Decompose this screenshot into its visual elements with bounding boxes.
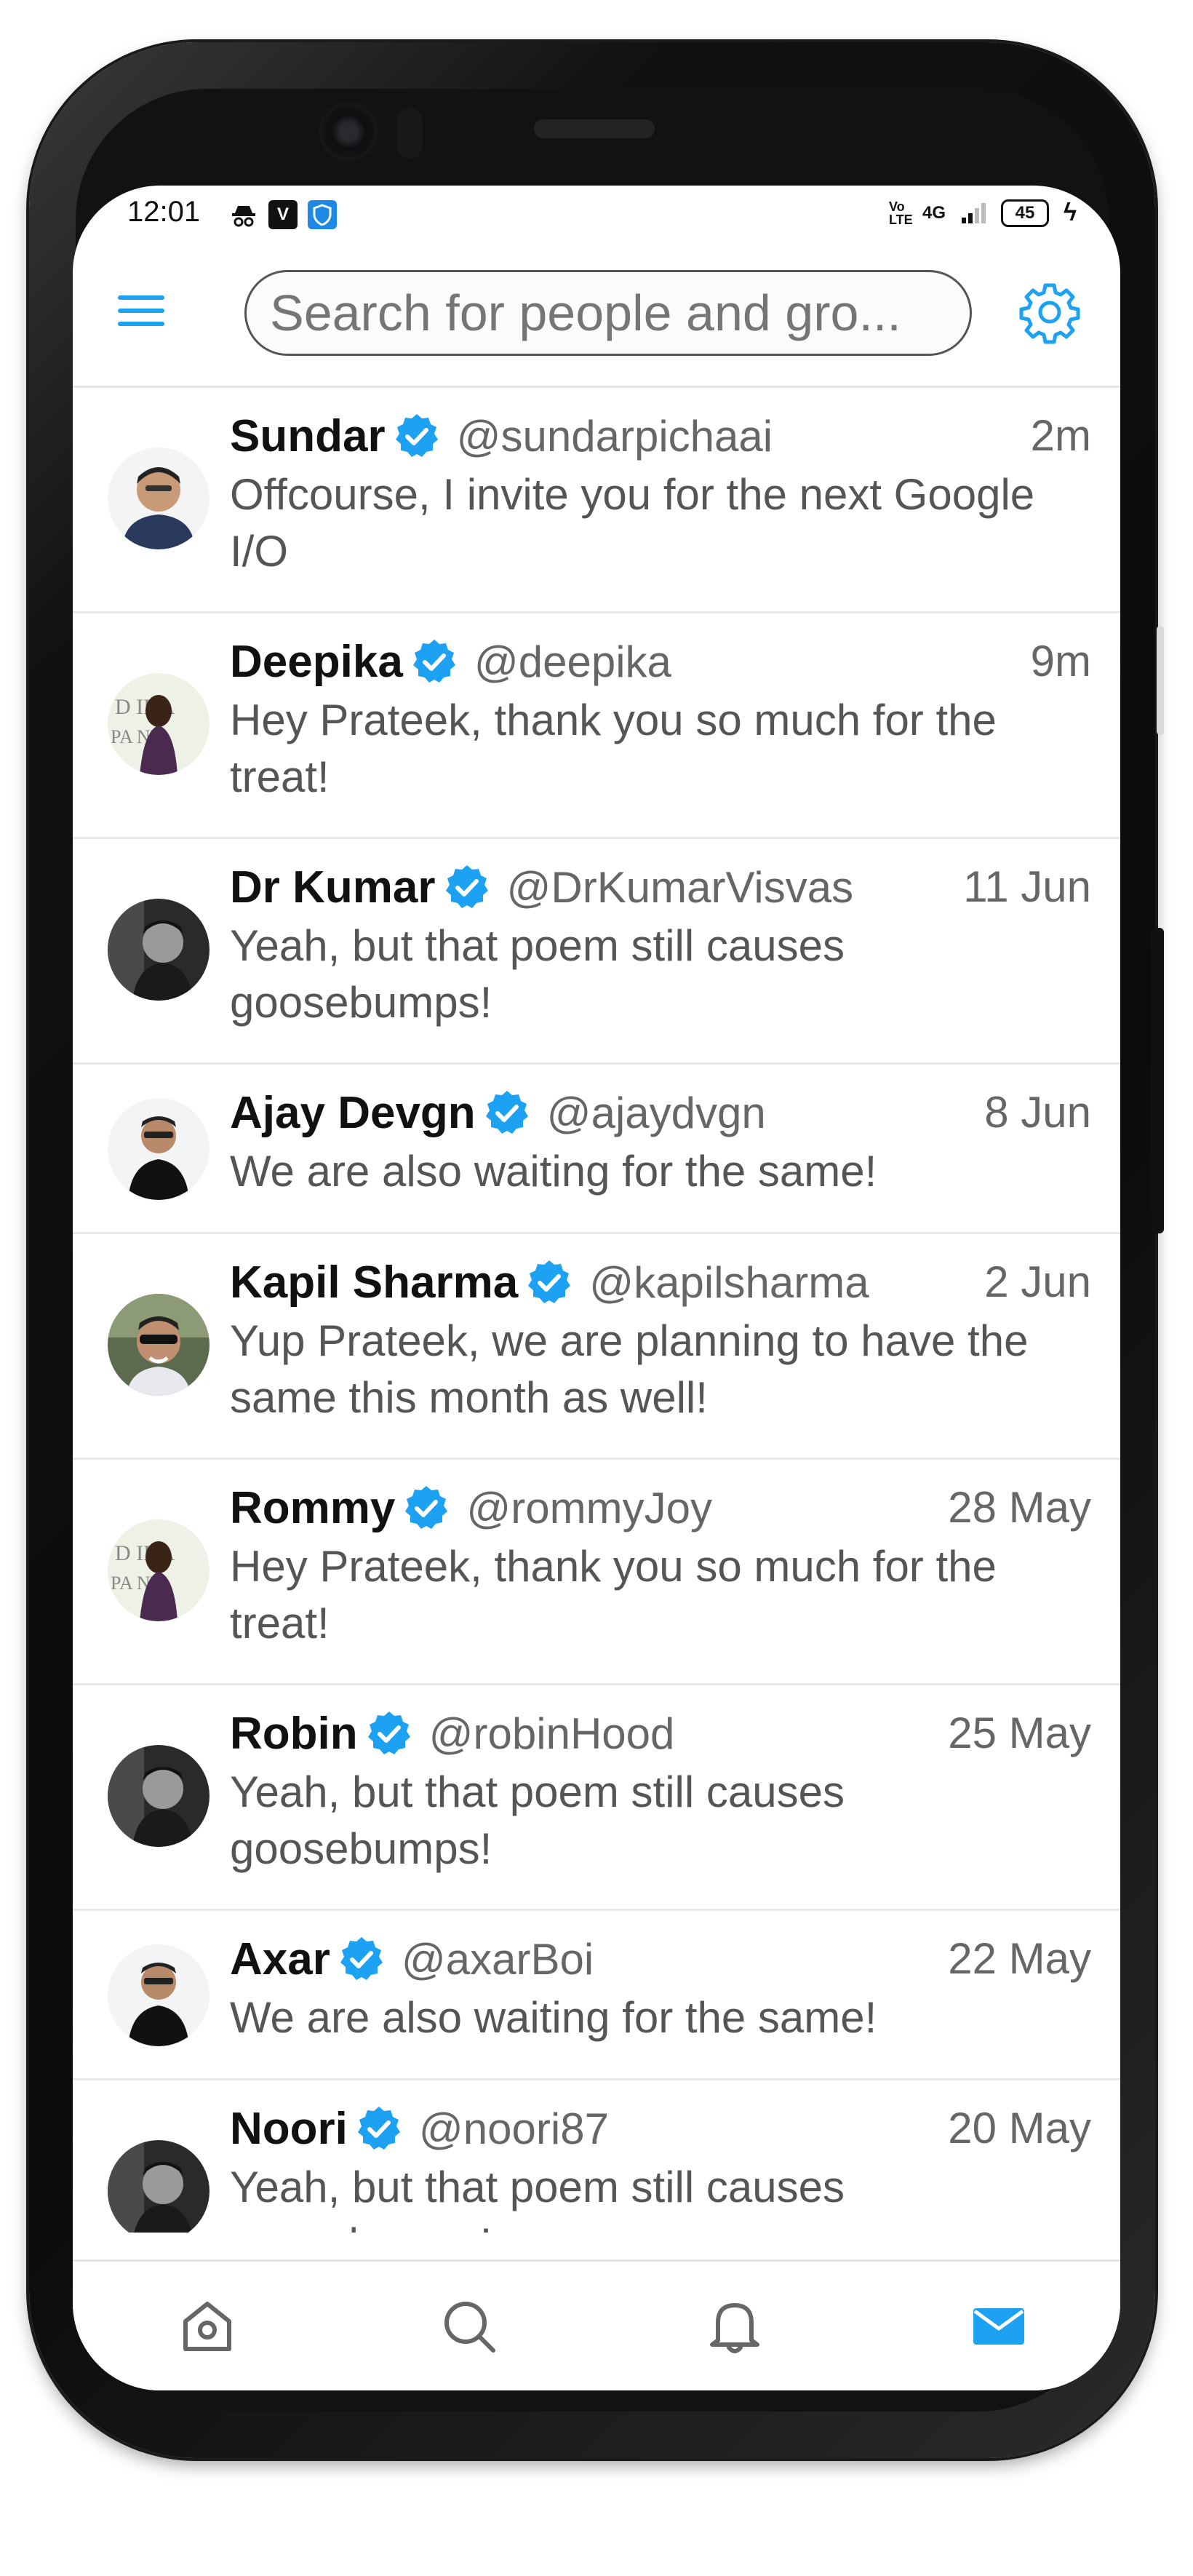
- avatar: [108, 448, 210, 549]
- list-item[interactable]: Kapil Sharma @kapilsharma 2 Jun Yup Prat…: [73, 1234, 1120, 1460]
- search-bar[interactable]: [244, 270, 972, 356]
- avatar: D IKA PA NE: [108, 673, 210, 775]
- mail-icon[interactable]: [966, 2294, 1032, 2359]
- message-time: 11 Jun: [963, 862, 1091, 911]
- message-time: 2 Jun: [984, 1257, 1091, 1306]
- volte-label: Vo LTE: [888, 199, 913, 227]
- list-item[interactable]: Sundar @sundarpichaai 2m Offcourse, I in…: [73, 388, 1120, 613]
- sender-handle: @deepika: [474, 637, 671, 686]
- avatar: [108, 899, 210, 1001]
- list-item[interactable]: Ajay Devgn @ajaydvgn 8 Jun We are also w…: [73, 1065, 1120, 1234]
- sender-handle: @sundarpichaai: [456, 411, 773, 461]
- message-preview: Hey Prateek, thank you so much for the t…: [230, 1542, 997, 1647]
- sender-name: Axar: [230, 1933, 330, 1984]
- sender-handle: @robinHood: [428, 1709, 675, 1758]
- list-item[interactable]: Robin @robinHood 25 May Yeah, but that p…: [73, 1685, 1120, 1911]
- sender-name: Dr Kumar: [230, 862, 436, 913]
- message-preview: Hey Prateek, thank you so much for the t…: [230, 696, 997, 801]
- front-camera: [319, 102, 378, 162]
- home-icon[interactable]: [175, 2294, 240, 2359]
- vpn-v-icon: V: [268, 200, 298, 229]
- sender-handle: @ajaydvgn: [546, 1088, 766, 1137]
- charging-icon: ϟ: [1064, 199, 1077, 226]
- avatar: [108, 1944, 210, 2046]
- bottom-nav: [73, 2259, 1120, 2390]
- list-item[interactable]: Noori @noori87 20 May Yeah, but that poe…: [73, 2080, 1120, 2233]
- verified-badge-icon: [357, 2107, 400, 2150]
- proximity-sensor: [396, 108, 423, 159]
- battery-indicator: 45: [1001, 199, 1049, 227]
- message-time: 20 May: [948, 2104, 1091, 2152]
- sender-handle: @rommyJoy: [466, 1483, 712, 1533]
- app-screen: 12:01 V Vo LTE 4G 45 ϟ Search for people…: [73, 186, 1120, 2390]
- message-header: Dr Kumar @DrKumarVisvas: [230, 856, 1091, 918]
- list-item[interactable]: D IKA PA NE Deepika @deepika 9m Hey Prate…: [73, 613, 1120, 839]
- message-preview: We are also waiting for the same!: [230, 1993, 877, 2042]
- verified-badge-icon: [445, 865, 488, 908]
- verified-badge-icon: [395, 414, 438, 457]
- status-time: 12:01: [127, 196, 201, 228]
- search-icon[interactable]: [436, 2294, 502, 2359]
- message-time: 8 Jun: [984, 1088, 1091, 1137]
- sender-name: Sundar: [230, 410, 386, 461]
- sender-name: Kapil Sharma: [230, 1257, 519, 1308]
- avatar: [108, 2140, 210, 2233]
- message-header: Sundar @sundarpichaai: [230, 405, 1091, 466]
- message-preview: Yeah, but that poem still causes goosebu…: [230, 921, 845, 1027]
- shield-icon: [308, 200, 337, 229]
- list-item[interactable]: Dr Kumar @DrKumarVisvas 11 Jun Yeah, but…: [73, 839, 1120, 1065]
- sender-name: Rommy: [230, 1482, 396, 1533]
- message-time: 22 May: [948, 1934, 1091, 1983]
- message-header: Ajay Devgn @ajaydvgn: [230, 1082, 1091, 1143]
- avatar: [108, 1098, 210, 1200]
- gear-icon[interactable]: [1017, 279, 1082, 345]
- verified-badge-icon: [412, 640, 455, 683]
- menu-icon[interactable]: [118, 293, 164, 329]
- volume-button: [1157, 626, 1164, 735]
- avatar: [108, 1294, 210, 1396]
- incognito-icon: [229, 200, 258, 229]
- verified-badge-icon: [340, 1937, 383, 1980]
- message-header: Deepika @deepika: [230, 631, 1091, 692]
- top-bar: [73, 244, 1120, 388]
- message-time: 9m: [1030, 637, 1091, 685]
- message-time: 25 May: [948, 1709, 1091, 1757]
- sender-handle: @noori87: [418, 2104, 609, 2153]
- avatar: D IKA PA NE: [108, 1519, 210, 1621]
- verified-badge-icon: [528, 1260, 571, 1303]
- verified-badge-icon: [367, 1712, 410, 1754]
- earpiece-speaker: [534, 119, 655, 138]
- signal-icon: [962, 202, 986, 223]
- message-preview: Yup Prateek, we are planning to have the…: [230, 1316, 1029, 1422]
- status-bar: 12:01 V Vo LTE 4G 45 ϟ: [73, 186, 1120, 244]
- message-time: 2m: [1030, 411, 1091, 460]
- message-header: Kapil Sharma @kapilsharma: [230, 1252, 1091, 1313]
- sender-name: Deepika: [230, 636, 403, 687]
- verified-badge-icon: [405, 1486, 448, 1529]
- status-system-icons: Vo LTE 4G 45 ϟ: [889, 199, 1077, 227]
- verified-badge-icon: [485, 1091, 528, 1134]
- search-input[interactable]: [268, 283, 948, 343]
- message-preview: Offcourse, I invite you for the next Goo…: [230, 470, 1035, 576]
- sender-handle: @kapilsharma: [589, 1257, 869, 1307]
- message-preview: Yeah, but that poem still causes goosebu…: [230, 2163, 845, 2233]
- sender-handle: @DrKumarVisvas: [506, 862, 854, 912]
- message-preview: Yeah, but that poem still causes goosebu…: [230, 1768, 845, 1873]
- sender-name: Noori: [230, 2103, 348, 2154]
- message-time: 28 May: [948, 1483, 1091, 1532]
- sender-name: Robin: [230, 1708, 358, 1759]
- status-notification-icons: V: [229, 200, 337, 229]
- network-label: 4G: [922, 202, 946, 223]
- avatar: [108, 1745, 210, 1847]
- list-item[interactable]: Axar @axarBoi 22 May We are also waiting…: [73, 1911, 1120, 2080]
- sender-handle: @axarBoi: [401, 1934, 594, 1984]
- conversation-list: Sundar @sundarpichaai 2m Offcourse, I in…: [73, 388, 1120, 2233]
- message-preview: We are also waiting for the same!: [230, 1147, 877, 1196]
- bell-icon[interactable]: [702, 2294, 767, 2359]
- list-item[interactable]: D IKA PA NE Rommy @rommyJoy 28 May Hey Pr…: [73, 1460, 1120, 1685]
- sender-name: Ajay Devgn: [230, 1087, 476, 1138]
